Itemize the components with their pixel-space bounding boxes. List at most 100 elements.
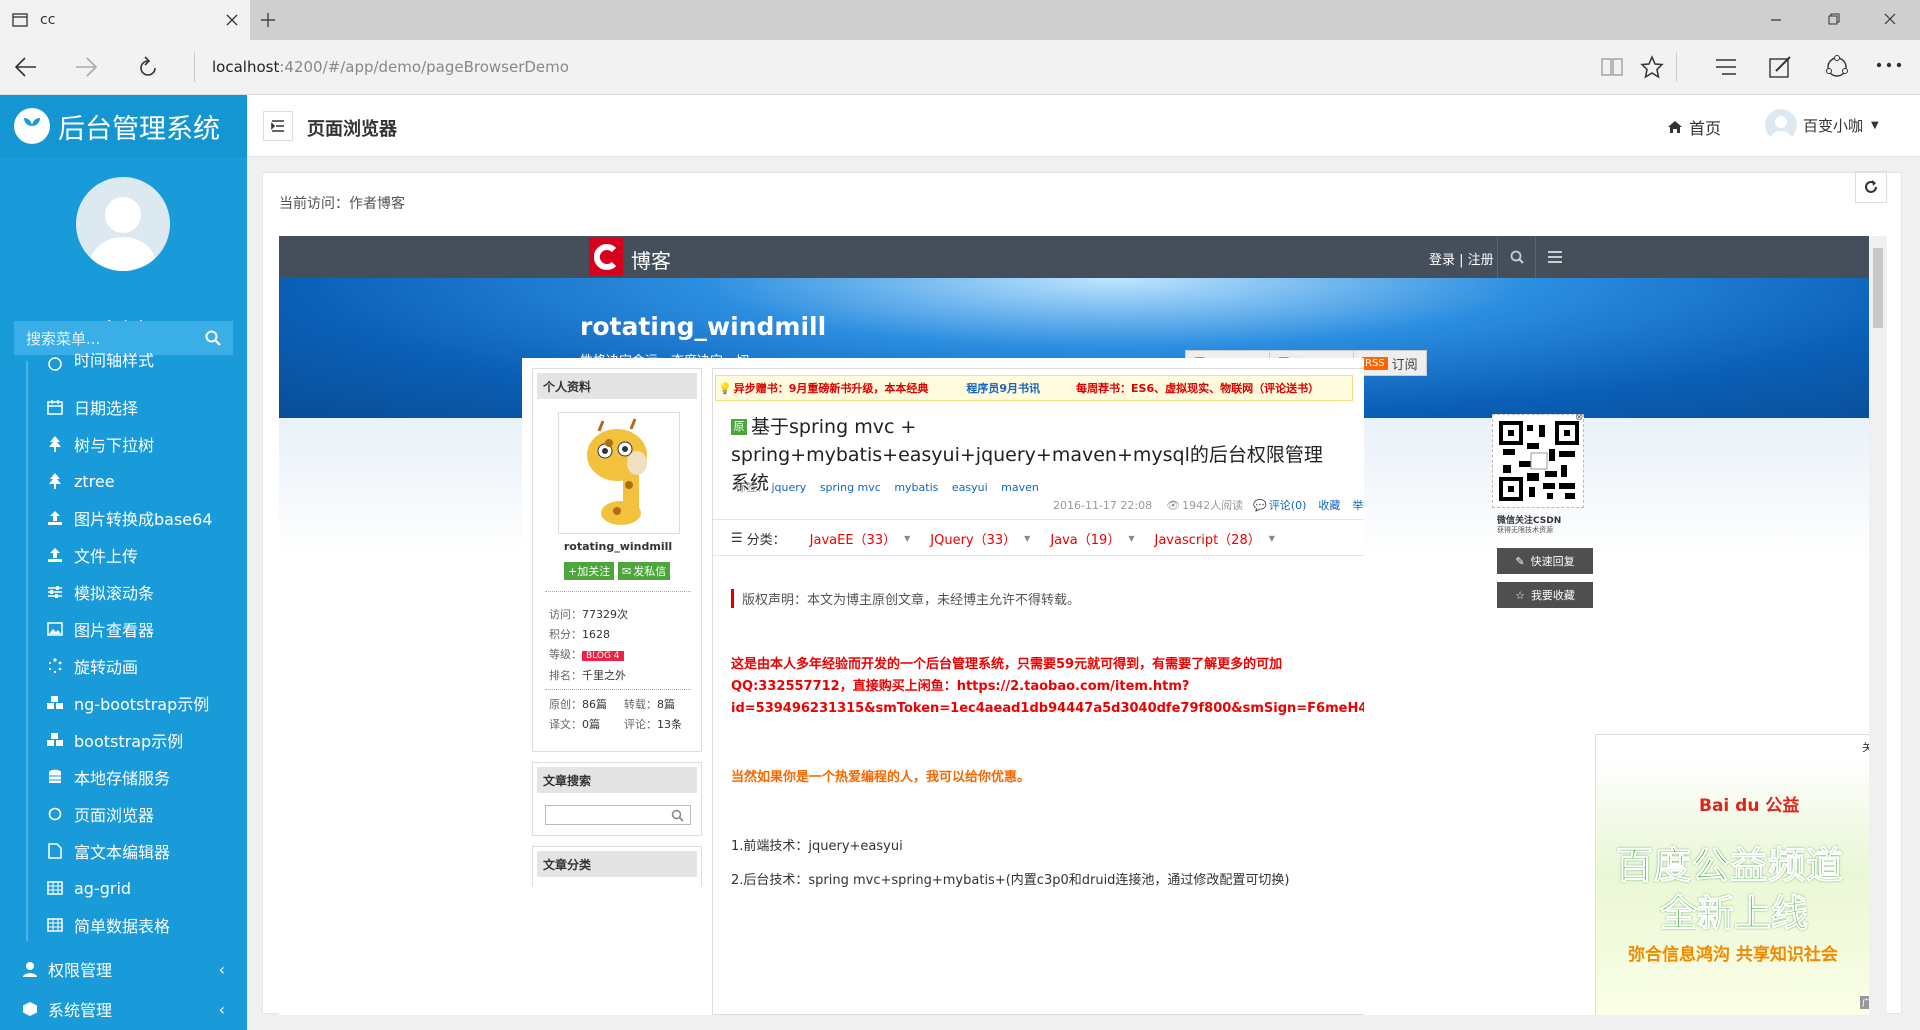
blog-search-icon[interactable]	[1497, 236, 1535, 278]
quick-reply-button[interactable]: ✎ 快速回复	[1497, 548, 1593, 574]
scrollbar-thumb[interactable]	[1873, 248, 1883, 328]
stat-value: 77329次	[582, 608, 628, 621]
sidebar-item-upload[interactable]: 文件上传	[46, 537, 138, 573]
sidebar-item-ztree[interactable]: ztree	[46, 463, 115, 499]
profile-avatar[interactable]	[558, 412, 680, 534]
divider	[713, 519, 1364, 520]
menu-search[interactable]: 搜索菜单...	[14, 321, 233, 355]
tag-link[interactable]: mybatis	[894, 481, 938, 494]
collect-link[interactable]: 收藏	[1318, 497, 1340, 513]
sidebar-group-permission[interactable]: 权限管理 ‹	[0, 949, 247, 989]
sidebar-item-page-browser[interactable]: 页面浏览器	[46, 796, 154, 832]
stat-label: 访问：	[549, 608, 582, 621]
sidebar-item-scrollbar[interactable]: 模拟滚动条	[46, 574, 154, 610]
ad-tagline: 弥合信息鸿沟 共享知识社会	[1628, 945, 1838, 965]
report-link[interactable]: 举报	[1352, 497, 1364, 513]
category-link[interactable]: JavaEE（33）	[810, 529, 896, 548]
favorite-star-icon[interactable]	[1640, 55, 1664, 79]
notice-link[interactable]: 异步赠书：9月重磅新书升级，本本经典	[734, 380, 929, 396]
notice-link[interactable]: 每周荐书：ES6、虚拟现实、物联网（评论送书）	[1076, 380, 1319, 396]
web-note-icon[interactable]	[1768, 54, 1794, 80]
comment-link[interactable]: 评论(0)	[1269, 497, 1307, 513]
clock-icon	[46, 357, 64, 371]
search-card: 文章搜索	[532, 762, 702, 836]
blog-name[interactable]: rotating_windmill	[580, 312, 826, 341]
restore-icon[interactable]	[1828, 13, 1840, 25]
message-button[interactable]: ✉ 发私信	[618, 562, 671, 580]
search-icon[interactable]	[205, 330, 221, 346]
login-link[interactable]: 登录 | 注册	[1429, 249, 1494, 268]
new-tab-icon[interactable]	[260, 12, 276, 28]
stat-row: 等级： BLOG 4	[549, 645, 628, 666]
stat-label: 积分：	[549, 628, 582, 641]
tab-close-icon[interactable]	[226, 14, 238, 26]
reading-view-icon[interactable]	[1600, 56, 1624, 78]
profile-name[interactable]: rotating_windmill	[533, 540, 703, 553]
forward-icon[interactable]	[74, 56, 98, 78]
browser-tab[interactable]: cc	[0, 0, 250, 40]
qr-caption-sub: 获得无限技术资源	[1497, 526, 1553, 534]
profile-stats: 访问：77329次 积分：1628 等级： BLOG 4 排名：千里之外	[549, 605, 628, 686]
search-icon[interactable]	[671, 809, 684, 822]
tag-link[interactable]: spring mvc	[820, 481, 881, 494]
home-link[interactable]: 首页	[1667, 115, 1721, 139]
sidebar-item-image-viewer[interactable]: 图片查看器	[46, 611, 154, 647]
favorite-button[interactable]: ☆ 我要收藏	[1497, 582, 1593, 608]
app-logo[interactable]: 后台管理系统	[0, 95, 247, 157]
sidebar-item-label: 页面浏览器	[74, 806, 155, 825]
qr-close-icon[interactable]: ⊗	[1575, 412, 1583, 423]
menu-toggle-icon[interactable]	[263, 111, 293, 141]
blog-topbar: 博客 登录 | 注册	[279, 236, 1887, 278]
sidebar-item-spinner[interactable]: 旋转动画	[46, 648, 138, 684]
article-meta: 2016-11-17 22:08 👁 1942人阅读 💬 评论(0) 收藏 举报	[1053, 497, 1364, 513]
search-input[interactable]: 搜索菜单...	[26, 328, 205, 349]
sidebar-item-ag-grid[interactable]: ag-grid	[46, 870, 131, 906]
category-link[interactable]: Javascript（28）	[1154, 529, 1260, 548]
embedded-scrollbar[interactable]	[1869, 236, 1887, 1015]
mail-icon: ✉	[622, 564, 632, 578]
blog-menu-icon[interactable]	[1535, 236, 1573, 278]
count-value: 13条	[657, 718, 682, 731]
cube-icon	[22, 1001, 38, 1017]
user-avatar[interactable]	[76, 177, 170, 271]
minimize-icon[interactable]	[1770, 14, 1782, 26]
sidebar-item-label: bootstrap示例	[74, 732, 184, 751]
category-link[interactable]: Java（19）	[1050, 529, 1120, 548]
more-icon[interactable]	[1876, 62, 1902, 68]
notice-link[interactable]: 程序员9月书讯	[966, 380, 1040, 396]
sidebar-item-bootstrap[interactable]: bootstrap示例	[46, 722, 183, 758]
sidebar-item-storage[interactable]: 本地存储服务	[46, 759, 170, 795]
tag-link[interactable]: easyui	[952, 481, 988, 494]
rss-button[interactable]: RSS 订阅	[1353, 350, 1427, 376]
article-search-input[interactable]	[545, 805, 691, 825]
refresh-button[interactable]	[1855, 171, 1887, 203]
home-label: 首页	[1689, 119, 1722, 138]
stat-row: 积分：1628	[549, 625, 628, 645]
address-bar[interactable]: localhost :4200/#/app/demo/pageBrowserDe…	[212, 54, 569, 80]
sidebar-item-data-table[interactable]: 简单数据表格	[46, 907, 170, 943]
refresh-icon[interactable]	[136, 56, 160, 80]
back-icon[interactable]	[14, 56, 38, 78]
window-close-icon[interactable]	[1884, 13, 1896, 25]
sidebar-item-date[interactable]: 日期选择	[46, 389, 138, 425]
follow-button[interactable]: + 加关注	[564, 562, 615, 580]
sidebar-item-ng-bootstrap[interactable]: ng-bootstrap示例	[46, 685, 209, 721]
csdn-logo[interactable]	[589, 238, 623, 276]
tag-link[interactable]: jquery	[772, 481, 807, 494]
count-label: 原创：	[549, 698, 582, 711]
ad-banner[interactable]: 关闭 Bai du 公益 百度公益频道 全新上线 弥合信息鸿沟 共享知识社会 广…	[1595, 734, 1887, 1015]
count-value: 0篇	[582, 718, 600, 731]
sidebar-item-base64[interactable]: 图片转换成base64	[46, 500, 213, 536]
hub-icon[interactable]	[1714, 56, 1738, 78]
sidebar-item-partial[interactable]: 时间轴样式	[46, 353, 154, 371]
tag-link[interactable]: maven	[1001, 481, 1039, 494]
category-link[interactable]: JQuery（33）	[930, 529, 1016, 548]
header-user-menu[interactable]: 百变小咖 ▼	[1765, 109, 1879, 141]
qr-code[interactable]	[1492, 414, 1584, 508]
share-icon[interactable]	[1824, 54, 1850, 80]
caret-down-icon: ▼	[1871, 119, 1879, 131]
sidebar-item-tree[interactable]: 树与下拉树	[46, 426, 154, 462]
sidebar-item-rich-editor[interactable]: 富文本编辑器	[46, 833, 170, 869]
favorite-label: 我要收藏	[1530, 589, 1575, 602]
sidebar-group-system[interactable]: 系统管理 ‹	[0, 989, 247, 1029]
